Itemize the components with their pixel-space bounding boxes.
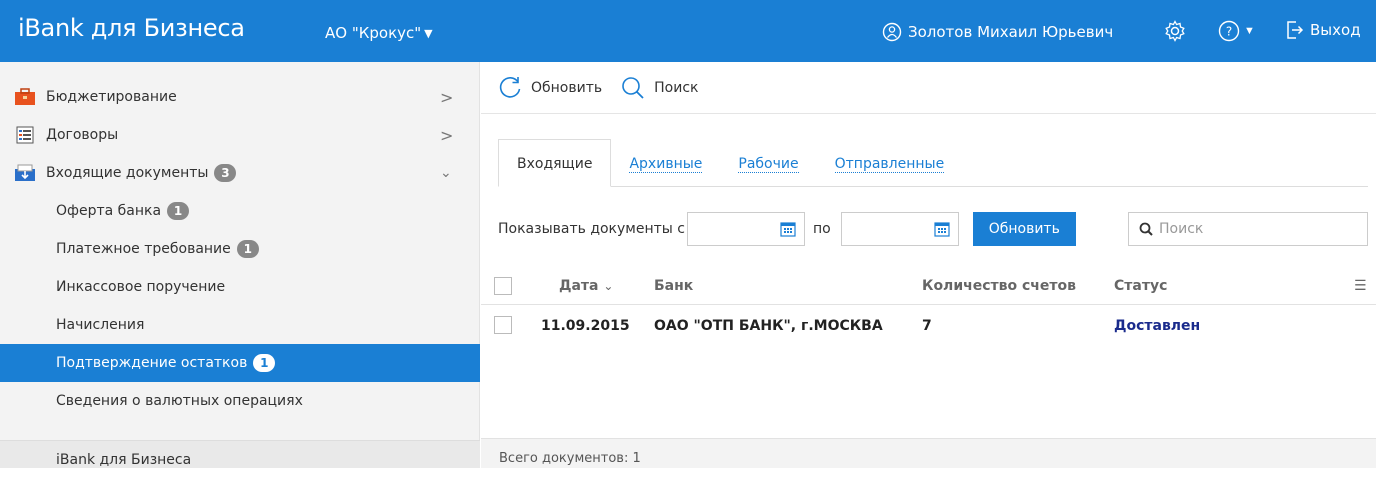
document-list-icon <box>16 126 34 144</box>
search-input[interactable]: Поиск <box>1128 212 1368 246</box>
organization-name: АО "Крокус" <box>325 24 422 42</box>
date-filter: Показывать документы с по Обновить Поиск <box>498 212 1368 246</box>
sidebar-item-label: Инкассовое поручение <box>56 279 226 295</box>
row-status: Доставлен <box>1114 318 1201 334</box>
chevron-down-icon: ⌄ <box>603 279 614 293</box>
app-title[interactable]: iBank для Бизнеса <box>18 14 245 42</box>
sidebar-footer: iBank для Бизнеса <box>0 440 480 468</box>
count-badge: 1 <box>167 202 190 220</box>
row-accounts-count: 7 <box>922 318 932 334</box>
column-settings-icon[interactable]: ☰ <box>1354 278 1367 294</box>
date-from-input[interactable] <box>686 212 805 246</box>
organization-selector[interactable]: АО "Крокус" ▼ <box>325 24 433 42</box>
sidebar-item-collection-order[interactable]: Инкассовое поручение <box>0 268 480 306</box>
toolbar: Обновить Поиск <box>481 62 1376 114</box>
user-profile[interactable]: Золотов Михаил Юрьевич <box>882 22 1113 42</box>
sidebar: Бюджетирование > Договоры > Входящие док… <box>0 62 480 468</box>
count-badge: 1 <box>236 240 259 258</box>
top-bar: iBank для Бизнеса АО "Крокус" ▼ Золотов М… <box>0 0 1376 62</box>
row-date: 11.09.2015 <box>541 318 630 334</box>
calendar-icon[interactable] <box>934 221 950 237</box>
logout-label: Выход <box>1310 21 1361 39</box>
chevron-down-icon: ▼ <box>1244 25 1255 37</box>
logout-button[interactable]: Выход <box>1286 20 1361 40</box>
sidebar-item-label: Бюджетирование <box>46 89 177 105</box>
sidebar-item-label: Оферта банка <box>56 203 162 219</box>
search-button[interactable]: Поиск <box>620 75 699 101</box>
settings-gear-icon[interactable] <box>1164 20 1186 42</box>
sidebar-item-bank-offer[interactable]: Оферта банка 1 <box>0 192 480 230</box>
tab-incoming[interactable]: Входящие <box>498 139 612 187</box>
to-label: по <box>812 221 831 237</box>
row-bank: ОАО "ОТП БАНК", г.МОСКВА <box>654 318 883 334</box>
chevron-right-icon: > <box>440 125 454 145</box>
help-icon: ? <box>1218 20 1240 42</box>
column-status[interactable]: Статус <box>1114 278 1167 294</box>
table-header: Дата ⌄ Банк Количество счетов Статус ☰ <box>481 267 1376 305</box>
show-from-label: Показывать документы с <box>498 221 685 237</box>
search-icon <box>622 76 644 99</box>
tab-archive[interactable]: Архивные <box>611 156 720 186</box>
help-menu[interactable]: ? ▼ <box>1218 20 1255 42</box>
chevron-right-icon: > <box>440 87 454 107</box>
inbox-icon <box>15 164 35 181</box>
main-content: Обновить Поиск Входящие Архивные Рабочие… <box>481 62 1376 468</box>
documents-total: Всего документов: 1 <box>481 438 1376 468</box>
svg-text:?: ? <box>1226 25 1232 39</box>
sidebar-item-payment-request[interactable]: Платежное требование 1 <box>0 230 480 268</box>
sidebar-item-label: Начисления <box>56 317 145 333</box>
sidebar-item-accruals[interactable]: Начисления <box>0 306 480 344</box>
sidebar-item-currency-operations[interactable]: Сведения о валютных операциях <box>0 382 480 420</box>
count-badge: 3 <box>214 164 237 182</box>
sidebar-item-label: Сведения о валютных операциях <box>56 393 303 409</box>
sidebar-item-label: Договоры <box>46 127 119 143</box>
date-to-input[interactable] <box>840 212 959 246</box>
tab-sent[interactable]: Отправленные <box>817 156 963 186</box>
select-all-checkbox[interactable] <box>494 277 512 295</box>
briefcase-icon <box>15 88 35 105</box>
refresh-icon <box>499 76 521 98</box>
chevron-down-icon: ▼ <box>424 27 433 40</box>
column-accounts-count[interactable]: Количество счетов <box>922 278 1076 294</box>
calendar-icon[interactable] <box>780 221 796 237</box>
filter-refresh-button[interactable]: Обновить <box>972 212 1076 246</box>
sidebar-item-contracts[interactable]: Договоры > <box>0 116 480 154</box>
chevron-down-icon: ⌄ <box>440 165 452 181</box>
search-icon <box>1139 222 1153 236</box>
table-row[interactable]: 11.09.2015 ОАО "ОТП БАНК", г.МОСКВА 7 До… <box>481 306 1376 346</box>
user-icon <box>882 22 902 42</box>
sidebar-item-budgeting[interactable]: Бюджетирование > <box>0 78 480 116</box>
column-date[interactable]: Дата ⌄ <box>559 278 613 294</box>
sidebar-item-balance-confirmation[interactable]: Подтверждение остатков 1 <box>0 344 480 382</box>
sidebar-item-label: Подтверждение остатков <box>56 355 248 371</box>
refresh-button[interactable]: Обновить <box>497 75 602 101</box>
sidebar-item-label: Платежное требование <box>56 241 231 257</box>
tabs: Входящие Архивные Рабочие Отправленные <box>498 137 1368 187</box>
sidebar-item-label: Входящие документы <box>46 165 209 181</box>
search-label: Поиск <box>654 79 699 96</box>
tab-working[interactable]: Рабочие <box>720 156 816 186</box>
search-placeholder: Поиск <box>1159 221 1204 237</box>
sidebar-item-incoming-documents[interactable]: Входящие документы 3 ⌄ <box>0 154 480 192</box>
refresh-label: Обновить <box>531 79 603 96</box>
user-name: Золотов Михаил Юрьевич <box>908 23 1114 41</box>
logout-icon <box>1287 21 1304 39</box>
count-badge: 1 <box>253 354 276 372</box>
row-checkbox[interactable] <box>494 316 512 334</box>
column-bank[interactable]: Банк <box>654 278 693 294</box>
